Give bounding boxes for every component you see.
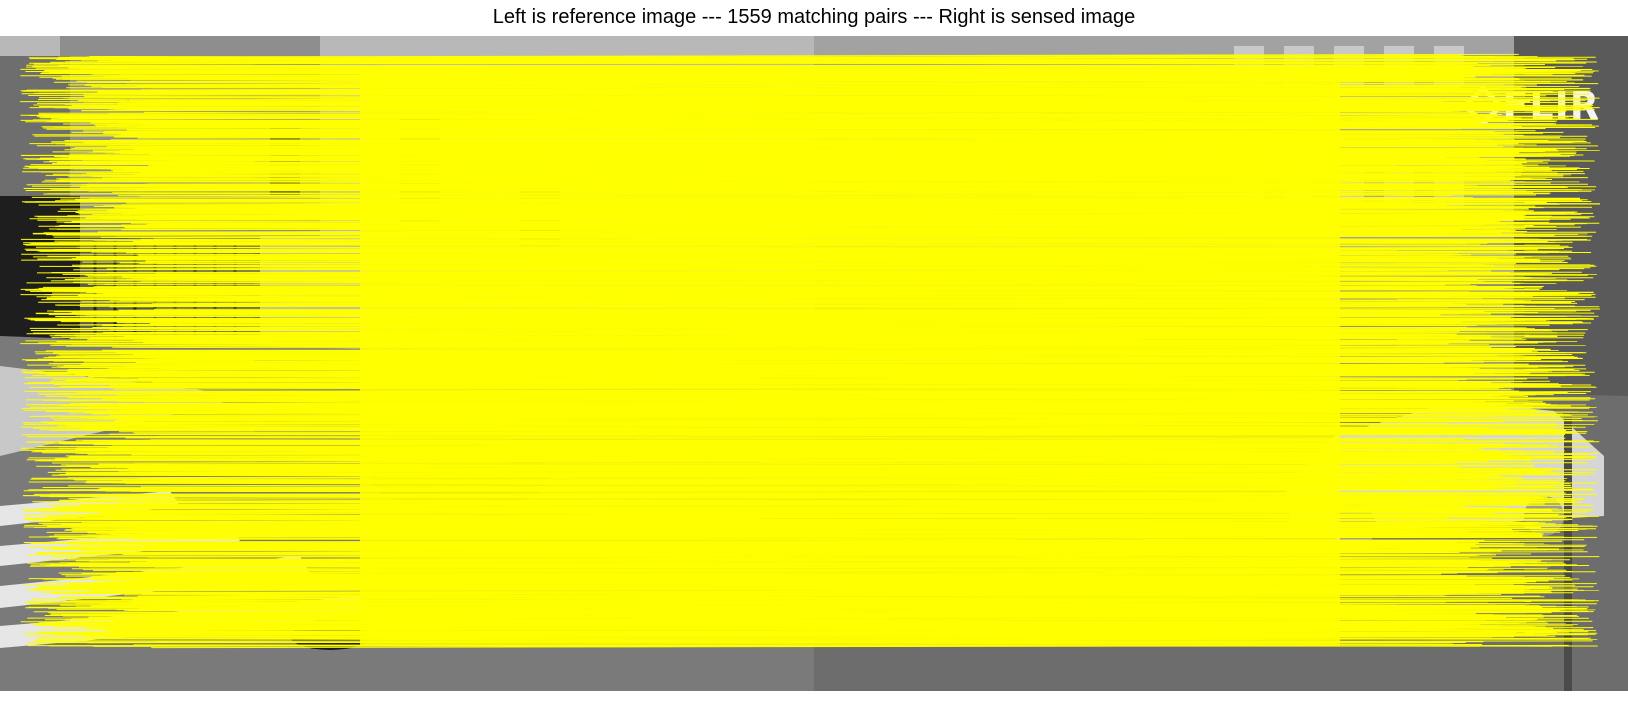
match-line [149,331,1442,334]
figure-title: Left is reference image --- 1559 matchin… [492,6,1136,28]
match-line [127,228,1446,231]
match-line [143,255,1569,258]
match-line [90,456,1597,458]
image-pair-stage: FLIR [0,36,1628,691]
match-line [45,489,1499,491]
match-line [141,593,1502,595]
match-line [139,318,1576,320]
match-line [142,439,1594,442]
match-lines-overlay [20,53,1601,649]
match-line [93,285,1477,287]
match-line [76,596,1545,598]
match-line [56,59,1470,61]
match-line [106,599,1578,601]
match-line [85,315,1453,318]
match-line [91,85,1527,88]
match-line [46,128,1463,130]
match-line [142,614,1473,616]
